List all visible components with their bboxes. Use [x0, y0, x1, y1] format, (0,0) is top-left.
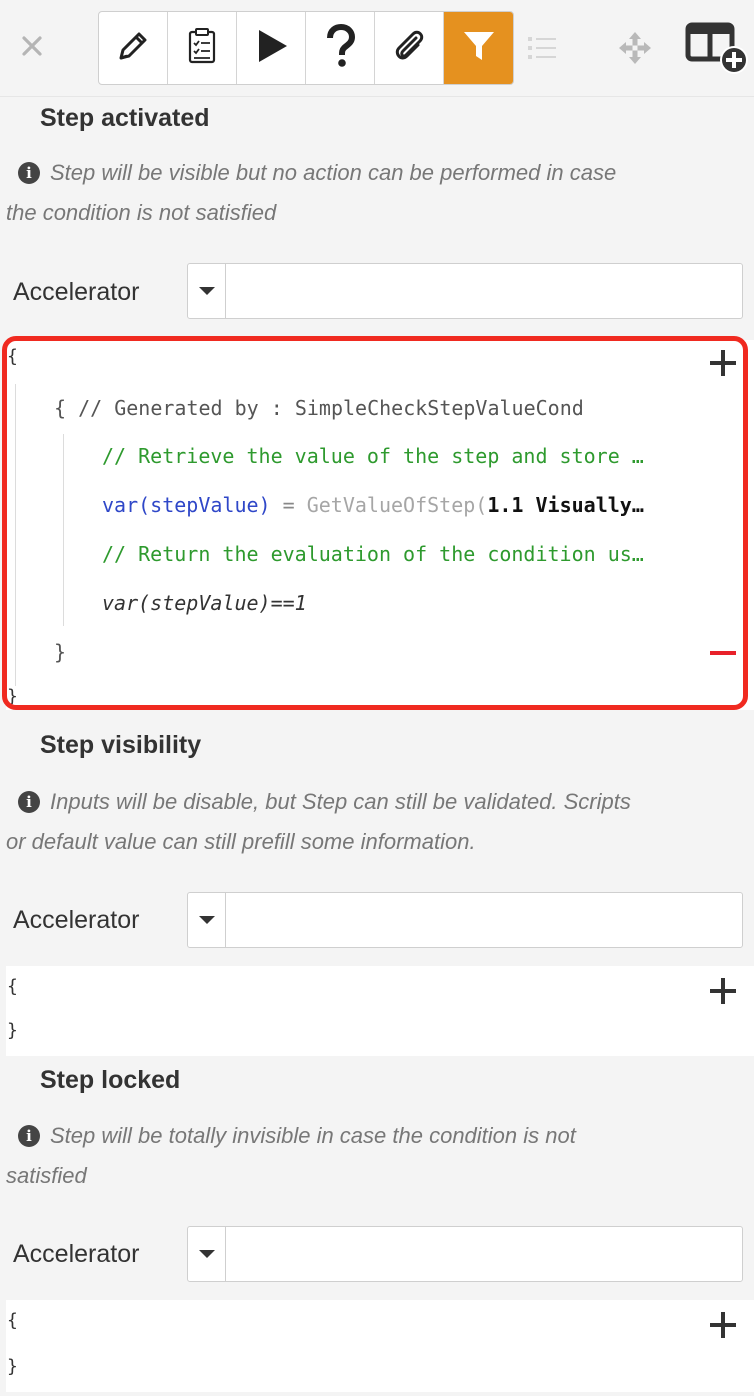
help-icon: [322, 23, 358, 73]
move-icon[interactable]: [616, 26, 654, 70]
chevron-down-icon: [198, 1250, 215, 1258]
accelerator-label: Accelerator: [13, 906, 140, 934]
indent-guide: [63, 434, 64, 626]
play-icon: [253, 26, 289, 71]
accelerator-field[interactable]: [187, 1226, 743, 1282]
code-line-comment: // Return the evaluation of the conditio…: [102, 542, 644, 566]
indent-guide: [15, 384, 16, 686]
chevron-down-icon: [198, 287, 215, 295]
pencil-icon: [113, 26, 153, 71]
info-step-visibility: i Inputs will be disable, but Step can st…: [6, 789, 631, 854]
help-button[interactable]: [306, 12, 375, 84]
condition-code-editor[interactable]: { }: [6, 966, 754, 1056]
info-icon: i: [18, 791, 40, 813]
edit-button[interactable]: [99, 12, 168, 84]
close-icon[interactable]: [18, 34, 46, 62]
section-title-step-visibility: Step visibility: [40, 731, 202, 759]
accelerator-label: Accelerator: [13, 1240, 140, 1268]
close-brace: }: [7, 1020, 18, 1041]
accelerator-field[interactable]: [187, 263, 743, 319]
info-step-activated: i Step will be visible but no action can …: [6, 160, 617, 225]
code-line-block-close: }: [54, 640, 67, 664]
accelerator-label: Accelerator: [13, 278, 140, 306]
code-line-comment: // Retrieve the value of the step and st…: [102, 444, 644, 468]
code-line-block-open: { // Generated by : SimpleCheckStepValue…: [54, 396, 584, 420]
add-icon[interactable]: [710, 350, 736, 376]
play-button[interactable]: [237, 12, 306, 84]
checklist-icon: [184, 26, 220, 71]
open-brace: {: [7, 976, 18, 997]
paperclip-icon: [391, 26, 427, 71]
info-icon: i: [18, 1125, 40, 1147]
close-brace: }: [7, 1356, 18, 1377]
add-icon[interactable]: [710, 978, 736, 1004]
accelerator-field[interactable]: [187, 892, 743, 948]
section-title-step-locked: Step locked: [40, 1066, 181, 1094]
code-line-assignment: var(stepValue) = GetValueOfStep(1.1 Visu…: [102, 493, 644, 517]
open-brace: {: [7, 346, 18, 367]
info-step-locked: i Step will be totally invisible in case …: [6, 1123, 576, 1188]
filter-icon: [461, 26, 497, 71]
condition-code-editor[interactable]: { }: [6, 1300, 754, 1392]
add-column-icon[interactable]: [684, 20, 752, 76]
close-brace: }: [7, 686, 18, 707]
chevron-down-icon: [198, 916, 215, 924]
toolbar-button-group: [98, 11, 514, 85]
open-brace: {: [7, 1310, 18, 1331]
accelerator-dropdown[interactable]: [188, 1227, 226, 1281]
code-line-expression: var(stepValue)==1: [102, 591, 307, 615]
checklist-button[interactable]: [168, 12, 237, 84]
filter-button[interactable]: [444, 12, 513, 84]
accelerator-dropdown[interactable]: [188, 893, 226, 947]
add-icon[interactable]: [710, 1312, 736, 1338]
section-title-step-activated: Step activated: [40, 104, 210, 132]
toolbar: [0, 0, 754, 97]
attachment-button[interactable]: [375, 12, 444, 84]
condition-code-editor[interactable]: { { // Generated by : SimpleCheckStepVal…: [6, 340, 754, 710]
list-icon[interactable]: [525, 26, 559, 70]
info-icon: i: [18, 162, 40, 184]
remove-icon[interactable]: [710, 651, 736, 655]
accelerator-dropdown[interactable]: [188, 264, 226, 318]
